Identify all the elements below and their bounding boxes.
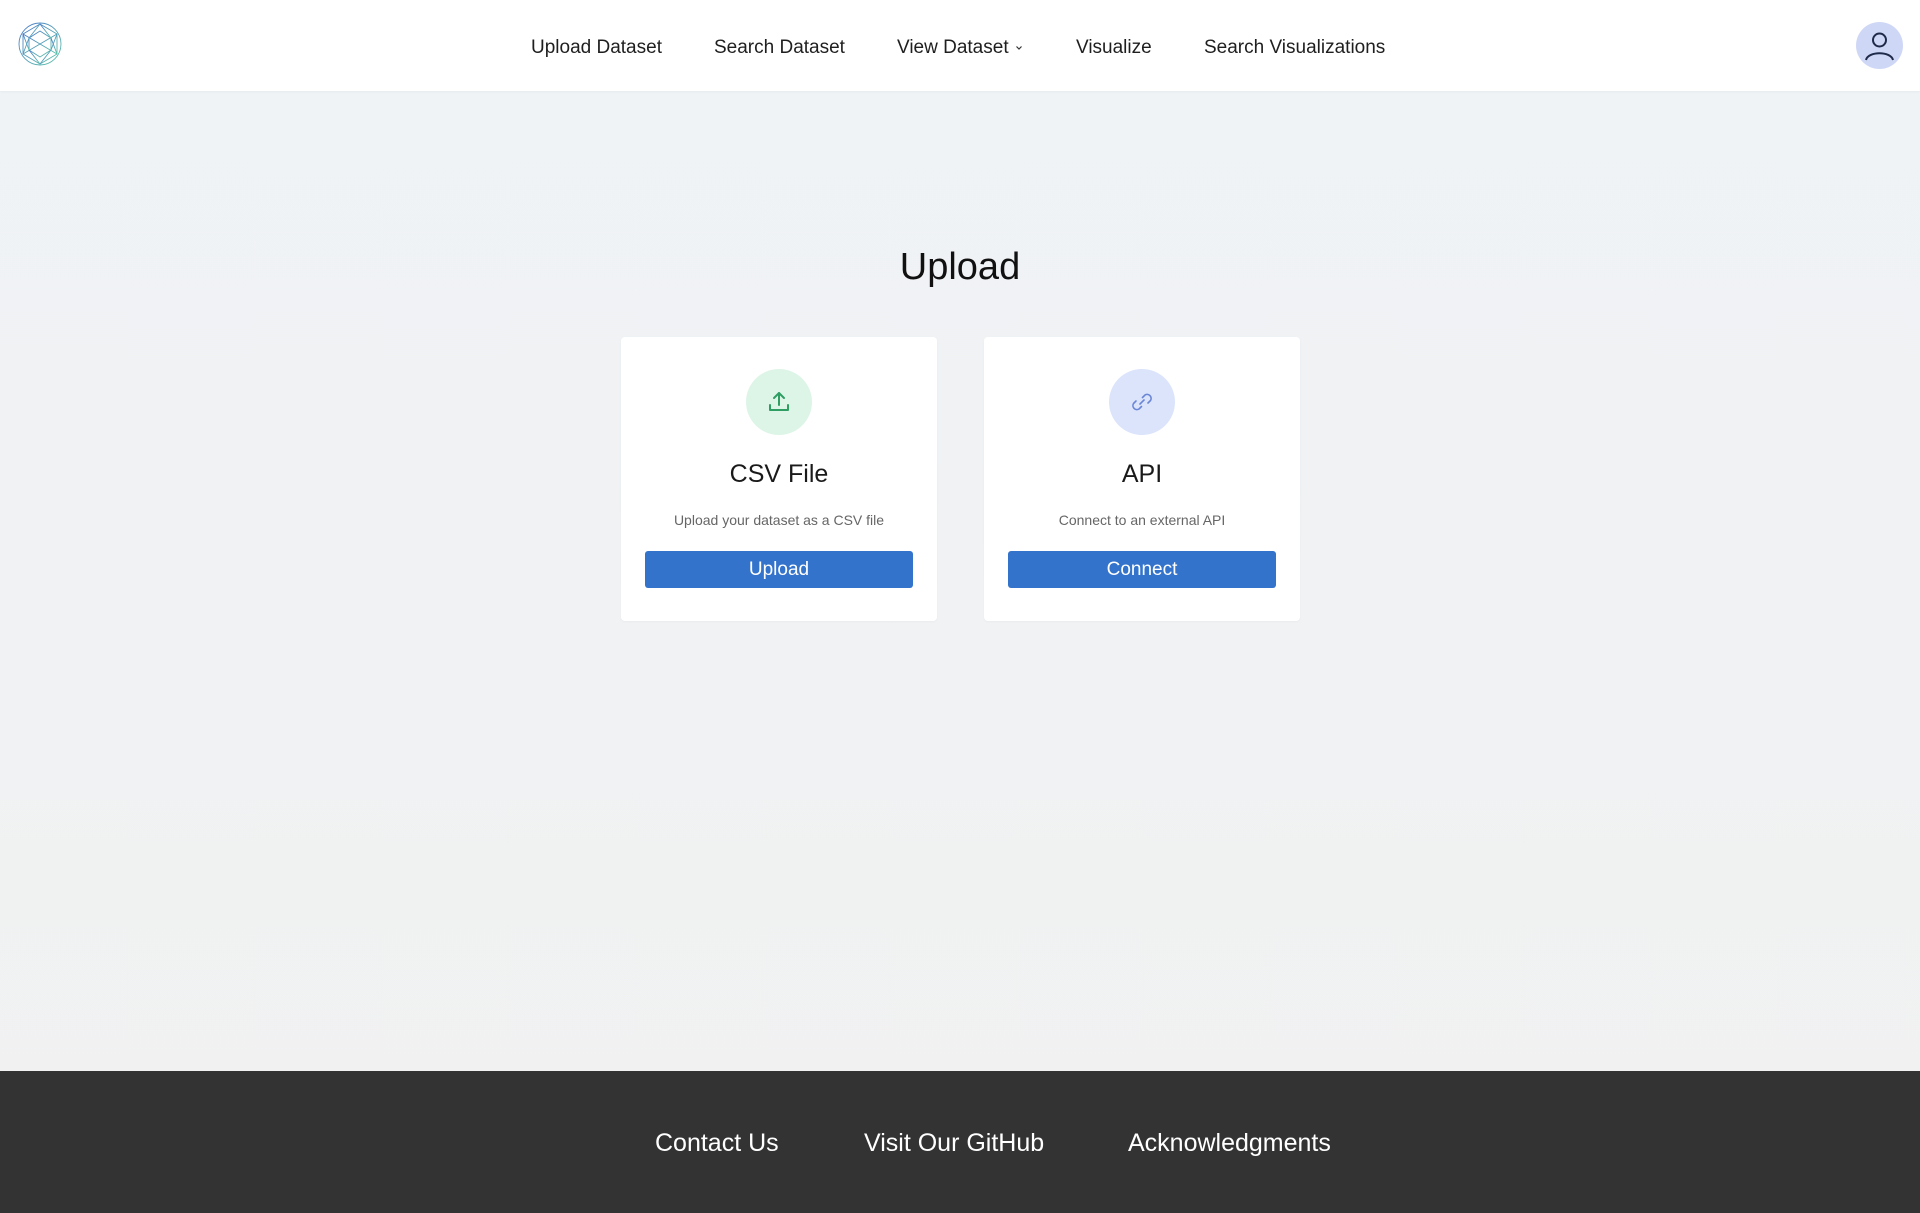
footer-github-link[interactable]: Visit Our GitHub xyxy=(864,1128,1044,1158)
card-title: API xyxy=(1121,460,1163,488)
top-navbar: Upload Dataset Search Dataset View Datas… xyxy=(0,0,1920,91)
nav-search-dataset[interactable]: Search Dataset xyxy=(714,37,845,59)
nav-upload-dataset[interactable]: Upload Dataset xyxy=(531,37,662,59)
user-avatar-icon[interactable] xyxy=(1856,22,1903,69)
chevron-down-icon xyxy=(1015,46,1022,50)
upload-button[interactable]: Upload xyxy=(645,551,913,588)
card-description: Upload your dataset as a CSV file xyxy=(673,512,885,528)
nav-visualize[interactable]: Visualize xyxy=(1076,37,1152,59)
footer: Contact Us Visit Our GitHub Acknowledgme… xyxy=(0,1071,1920,1213)
footer-acknowledgments-link[interactable]: Acknowledgments xyxy=(1128,1128,1331,1158)
page-title: Upload xyxy=(899,246,1021,288)
link-icon-circle xyxy=(1109,369,1175,435)
upload-icon-circle xyxy=(746,369,812,435)
connect-button[interactable]: Connect xyxy=(1008,551,1276,588)
csv-upload-card: CSV File Upload your dataset as a CSV fi… xyxy=(621,337,937,621)
api-connect-card: API Connect to an external API Connect xyxy=(984,337,1300,621)
nav-view-dataset-dropdown[interactable]: View Dataset xyxy=(897,37,1023,59)
footer-contact-us-link[interactable]: Contact Us xyxy=(655,1128,779,1158)
upload-icon xyxy=(769,392,789,411)
nav-search-visualizations[interactable]: Search Visualizations xyxy=(1204,37,1385,59)
card-title: CSV File xyxy=(729,460,829,488)
main-nav: Upload Dataset Search Dataset View Datas… xyxy=(0,0,1920,97)
card-description: Connect to an external API xyxy=(1058,512,1226,528)
nav-view-dataset-label: View Dataset xyxy=(897,37,1009,58)
link-icon xyxy=(1132,393,1152,411)
